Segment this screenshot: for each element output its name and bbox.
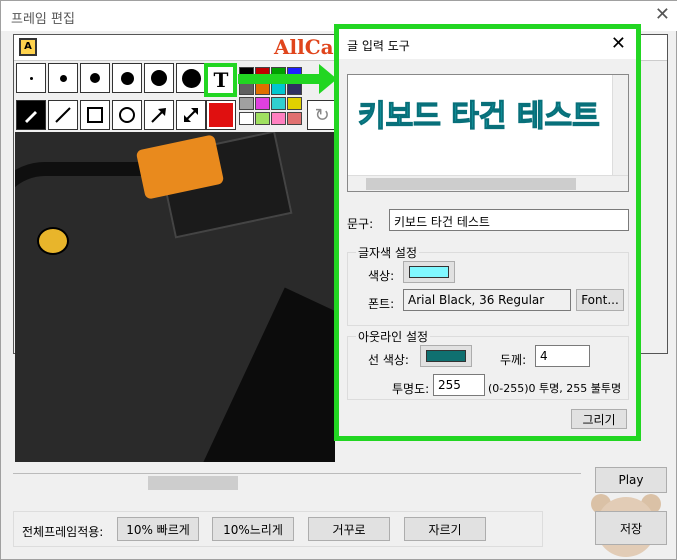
fill-color-group: 글자색 설정 색상: 폰트: Arial Black, 36 Regular F… [347, 244, 629, 326]
arrow-tool-icon[interactable] [144, 100, 174, 130]
color-swatch[interactable] [287, 97, 302, 110]
text-preview: 키보드 타건 테스트 [357, 98, 600, 134]
color-label: 색상: [368, 269, 395, 283]
cut-button[interactable]: 자르기 [404, 517, 486, 541]
font-label: 폰트: [368, 297, 395, 311]
line-color-swatch [426, 350, 466, 362]
draw-button[interactable]: 그리기 [571, 409, 627, 429]
fill-color-swatch [409, 266, 449, 278]
outline-group: 아웃라인 설정 선 색상: 두께: 4 투명도: 255 (0-255)0 투명… [347, 328, 629, 400]
double-arrow-tool-icon[interactable] [176, 100, 206, 130]
fill-color-button[interactable] [403, 261, 455, 283]
color-swatch[interactable] [271, 112, 286, 125]
brush-size-4[interactable] [112, 63, 142, 93]
text-preview-area[interactable]: 키보드 타건 테스트 [347, 74, 629, 192]
brush-size-6[interactable] [176, 63, 206, 93]
apply-all-label: 전체프레임적용: [22, 525, 104, 539]
app-logo-icon: A [19, 38, 37, 56]
brand-logo: AllCa [274, 35, 334, 59]
rectangle-tool-icon[interactable] [80, 100, 110, 130]
slower-button[interactable]: 10%느리게 [212, 517, 294, 541]
font-button[interactable]: Font... [576, 289, 624, 311]
color-swatch[interactable] [271, 97, 286, 110]
play-button[interactable]: Play [595, 467, 667, 493]
text-tool-highlight [204, 63, 237, 97]
redo-icon[interactable]: ↻ [307, 100, 337, 130]
opacity-input[interactable]: 255 [433, 374, 485, 396]
faster-button[interactable]: 10% 빠르게 [117, 517, 199, 541]
brush-size-3[interactable] [80, 63, 110, 93]
brush-size-1[interactable] [16, 63, 46, 93]
opacity-hint: (0-255)0 투명, 255 불투명 [488, 382, 622, 395]
keyboard-shape [200, 287, 335, 462]
text-label: 문구: [347, 217, 374, 231]
color-swatch[interactable] [239, 97, 254, 110]
ellipse-tool-icon[interactable] [112, 100, 142, 130]
scrollbar-thumb[interactable] [148, 476, 238, 490]
brush-size-5[interactable] [144, 63, 174, 93]
color-swatch[interactable] [255, 112, 270, 125]
frame-image[interactable] [15, 132, 335, 462]
preview-horizontal-scrollbar[interactable] [348, 175, 628, 191]
line-tool-icon[interactable] [48, 100, 78, 130]
save-button[interactable]: 저장 [595, 511, 667, 545]
text-input[interactable]: 키보드 타건 테스트 [389, 209, 629, 231]
close-icon[interactable]: ✕ [611, 33, 626, 54]
selected-color-box[interactable] [206, 100, 236, 130]
sticker-shape [37, 227, 69, 255]
scrollbar-thumb[interactable] [366, 178, 576, 190]
line-color-button[interactable] [420, 345, 472, 367]
color-swatch[interactable] [287, 112, 302, 125]
brush-size-2[interactable] [48, 63, 78, 93]
highlight-arrow [238, 74, 323, 84]
color-swatch[interactable] [255, 97, 270, 110]
width-label: 두께: [500, 353, 527, 367]
pencil-icon[interactable] [16, 100, 46, 130]
font-value: Arial Black, 36 Regular [403, 289, 571, 311]
frame-edit-window: 프레임 편집 ✕ A AllCa T ↻ 전체프레임적용: 10% 빠르게 10… [0, 0, 677, 560]
window-title: 프레임 편집 [11, 12, 75, 27]
opacity-label: 투명도: [392, 382, 430, 396]
dialog-title-bar: 글 입력 도구 ✕ [339, 29, 636, 59]
preview-vertical-scrollbar[interactable] [612, 75, 628, 191]
dialog-title: 글 입력 도구 [347, 39, 410, 53]
text-input-dialog: 글 입력 도구 ✕ 키보드 타건 테스트 문구: 키보드 타건 테스트 글자색 … [334, 24, 641, 441]
outline-group-label: 아웃라인 설정 [356, 328, 431, 345]
reverse-button[interactable]: 거꾸로 [308, 517, 390, 541]
selected-color-fill [209, 103, 233, 127]
horizontal-scrollbar[interactable] [13, 473, 581, 491]
fill-group-label: 글자색 설정 [356, 244, 420, 261]
apply-all-frames-bar: 전체프레임적용: 10% 빠르게 10%느리게 거꾸로 자르기 [13, 511, 543, 547]
width-input[interactable]: 4 [535, 345, 590, 367]
color-swatch[interactable] [239, 112, 254, 125]
close-icon[interactable]: ✕ [655, 4, 670, 25]
line-color-label: 선 색상: [368, 353, 409, 367]
